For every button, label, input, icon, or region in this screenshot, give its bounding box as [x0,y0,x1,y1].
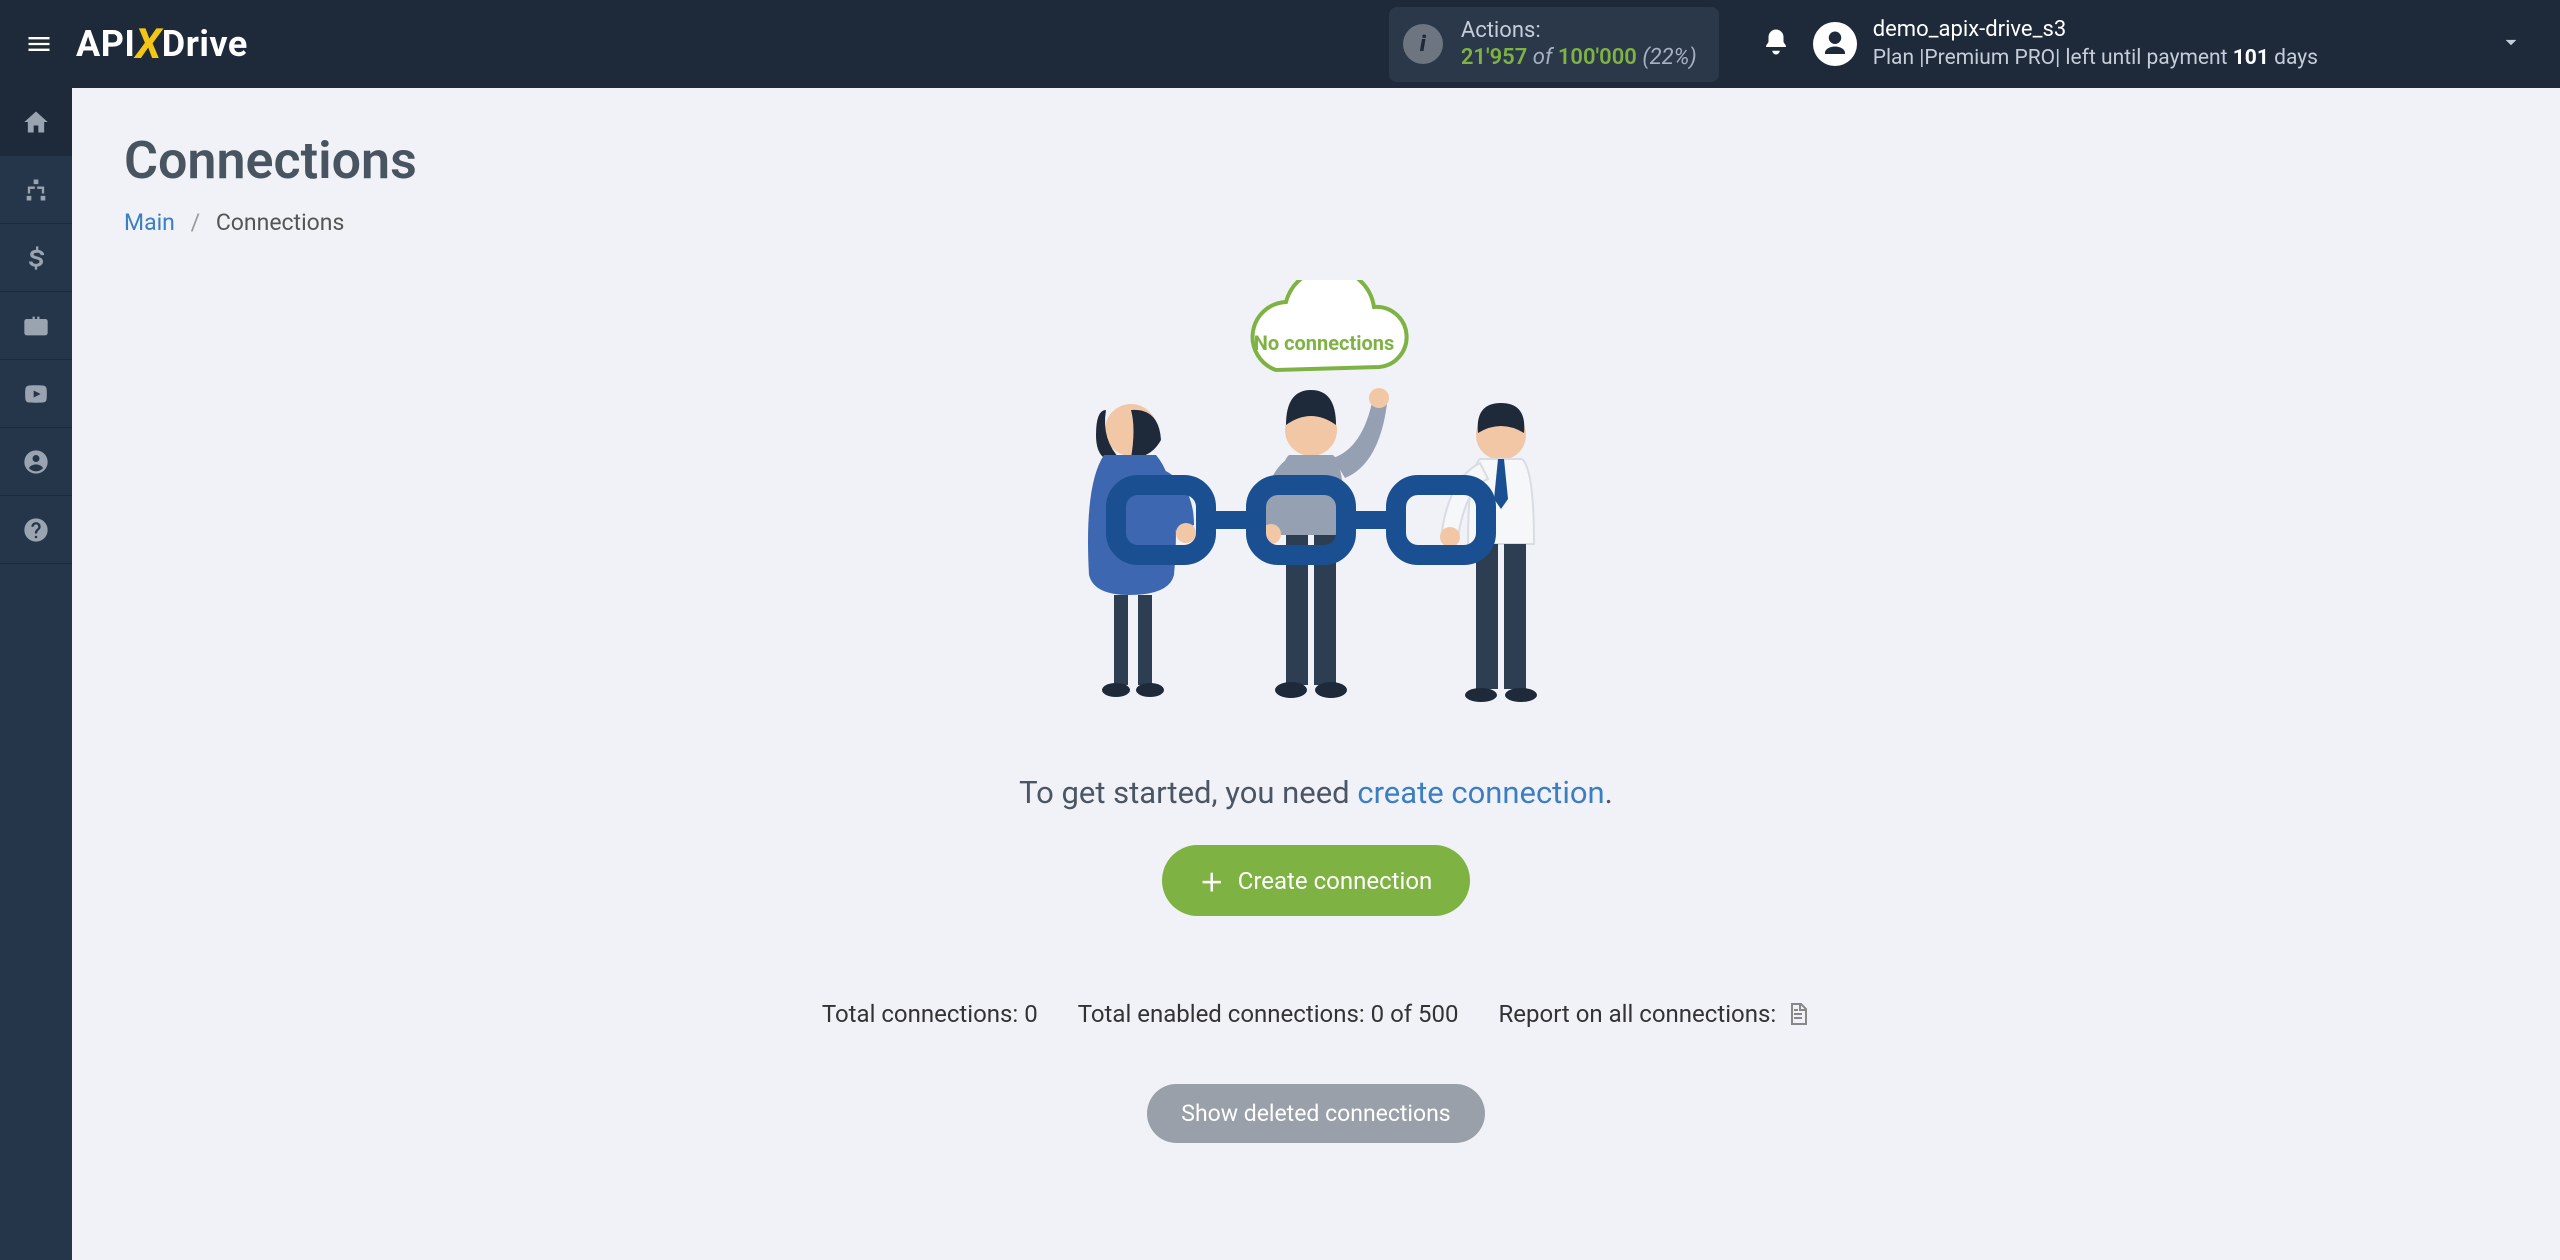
create-connection-link[interactable]: create connection [1357,774,1604,811]
create-button-label: Create connection [1238,867,1433,895]
app-logo[interactable]: APIXDrive [76,20,248,69]
help-icon [22,516,50,544]
expand-user-button[interactable] [2498,29,2524,59]
svg-text:No connections: No connections [1254,331,1395,355]
bell-icon [1761,27,1791,57]
stat-total: Total connections: 0 [822,1000,1038,1028]
actions-of: of [1533,45,1553,70]
empty-help-text: To get started, you need create connecti… [124,774,2508,811]
stat-report[interactable]: Report on all connections: [1499,1000,1811,1028]
hamburger-icon [25,30,53,58]
app-header: APIXDrive i Actions: 21'957 of 100'000 (… [0,0,2560,88]
page-title: Connections [124,130,2508,191]
sidebar-item-home[interactable] [0,88,72,156]
briefcase-icon [22,312,50,340]
actions-usage-box[interactable]: i Actions: 21'957 of 100'000 (22%) [1389,7,1719,82]
username: demo_apix-drive_s3 [1873,16,2318,45]
sitemap-icon [22,176,50,204]
chevron-down-icon [2498,29,2524,55]
sidebar-item-help[interactable] [0,496,72,564]
breadcrumb-current: Connections [216,209,345,236]
actions-used: 21'957 [1461,45,1527,70]
people-chain-illustration: No connections [1036,280,1596,730]
empty-illustration: No connections [124,280,2508,730]
connections-stats: Total connections: 0 Total enabled conne… [124,1000,2508,1028]
empty-state: No connections [124,280,2508,1143]
home-icon [22,108,50,136]
info-icon: i [1403,24,1443,64]
actions-label: Actions: [1461,17,1697,45]
sidebar-nav [0,88,72,1260]
user-plan: Plan |Premium PRO| left until payment 10… [1873,45,2318,72]
avatar [1813,22,1857,66]
create-connection-button[interactable]: ＋ Create connection [1162,845,1471,916]
breadcrumb-link-main[interactable]: Main [124,209,175,236]
dollar-icon [22,244,50,272]
logo-text-api: API [76,23,135,65]
user-circle-icon [22,448,50,476]
document-icon [1786,1000,1810,1028]
user-menu[interactable]: demo_apix-drive_s3 Plan |Premium PRO| le… [1813,16,2318,72]
actions-limit: 100'000 [1558,45,1637,70]
sidebar-item-account[interactable] [0,428,72,496]
user-icon [1820,29,1850,59]
sidebar-item-billing[interactable] [0,224,72,292]
hamburger-menu-button[interactable] [20,25,58,63]
logo-text-drive: Drive [162,23,248,65]
stat-enabled: Total enabled connections: 0 of 500 [1078,1000,1459,1028]
youtube-icon [22,380,50,408]
plus-icon: ＋ [1200,863,1224,898]
logo-text-x: X [135,20,161,69]
actions-percent: (22%) [1642,45,1696,70]
breadcrumb: Main / Connections [124,209,2508,236]
sidebar-item-youtube[interactable] [0,360,72,428]
show-deleted-button[interactable]: Show deleted connections [1147,1084,1484,1143]
breadcrumb-separator: / [191,209,201,236]
notifications-button[interactable] [1761,27,1791,61]
sidebar-item-connections[interactable] [0,156,72,224]
main-content: Connections Main / Connections No connec… [72,88,2560,1260]
sidebar-item-briefcase[interactable] [0,292,72,360]
